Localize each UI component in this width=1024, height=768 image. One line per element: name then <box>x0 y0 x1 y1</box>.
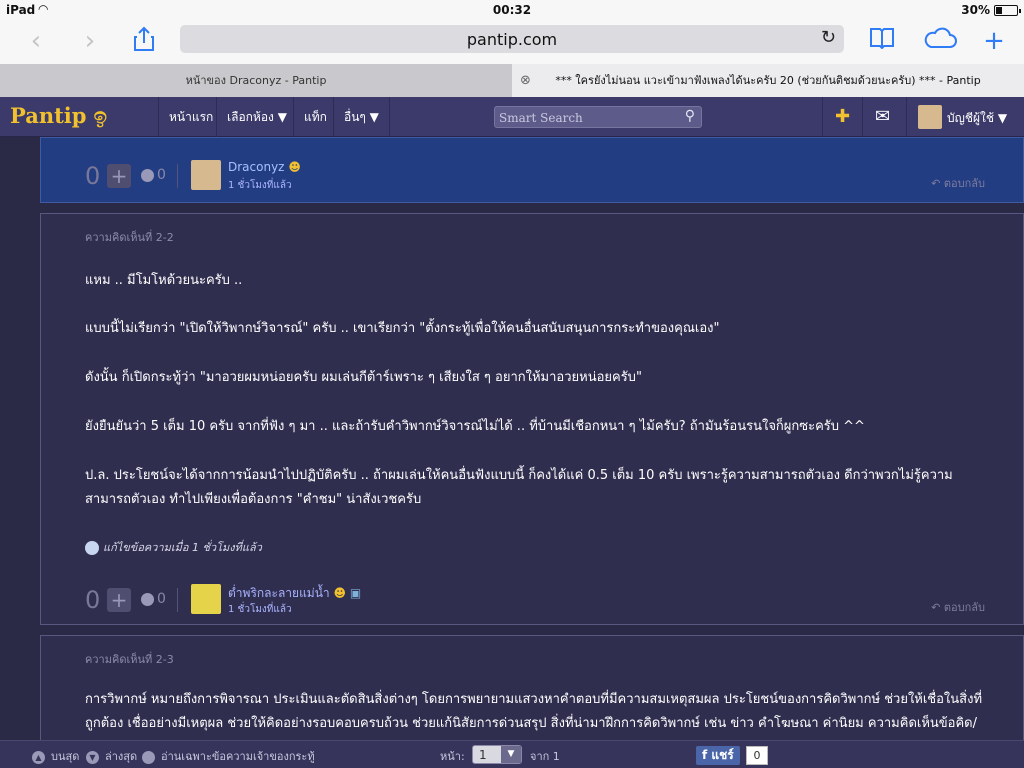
scroll-top-label: บนสุด <box>51 750 80 763</box>
search-icon[interactable]: ⚲ <box>685 108 695 124</box>
mail-icon[interactable]: ✉ <box>862 97 902 137</box>
divider <box>177 588 178 612</box>
comment-paragraph: ป.ล. ประโยชน์จะได้จากการน้อมนำไปปฏิบัติค… <box>85 468 953 507</box>
comment-paragraph: ดังนั้น ก็เปิดกระทู้ว่า "มาอวยผมหน่อยครั… <box>85 370 642 385</box>
tab-bar: หน้าของ Draconyz - Pantip ⊗ *** ใครยังไม… <box>0 64 1024 97</box>
nav-rooms[interactable]: เลือกห้อง ▼ <box>216 97 297 137</box>
logo-text: Pantip <box>10 103 87 128</box>
page-value: 1 <box>479 748 487 762</box>
reply-label: ตอบกลับ <box>943 601 985 614</box>
comment-number: ความคิดเห็นที่ 2-3 <box>85 653 174 666</box>
user-name[interactable]: ต่ำพริกละลายแม่น้ำ ☻ ▣ <box>228 584 361 603</box>
emotion-count: 0 <box>157 167 166 183</box>
page-select[interactable]: 1 ▼ <box>472 745 522 764</box>
edit-note-text: แก้ไขข้อความเมื่อ 1 ชั่วโมงที่แล้ว <box>103 541 262 554</box>
clock: 00:32 <box>492 3 532 17</box>
comment-number: ความคิดเห็นที่ 2-2 <box>85 231 174 244</box>
battery-icon <box>994 5 1021 16</box>
chevron-down-icon: ▼ <box>501 746 521 763</box>
owner-only-label: อ่านเฉพาะข้อความเจ้าของกระทู้ <box>161 750 315 763</box>
search-placeholder: Smart Search <box>499 111 583 125</box>
account-label: บัญชีผู้ใช้ ▼ <box>947 111 1008 125</box>
scroll-top-button[interactable]: ▲ บนสุด <box>32 747 79 765</box>
close-icon[interactable]: ⊗ <box>520 64 531 97</box>
bottom-bar: ▲ บนสุด ▼ ล่างสุด อ่านเฉพาะข้อความเจ้าของก… <box>0 740 1024 768</box>
forward-icon[interactable]: › <box>74 26 106 56</box>
browser-toolbar: ‹ › pantip.com ↻ + <box>0 20 1024 64</box>
plus-icon[interactable]: + <box>107 588 131 612</box>
site-nav: Pantip ඉ หน้าแรก เลือกห้อง ▼ แท็ก อื่นๆ … <box>0 97 1024 137</box>
smiley-icon: ☻ <box>333 586 347 600</box>
status-bar: iPad ◠ 00:32 30% <box>0 0 1024 20</box>
smiley-icon: ☻ <box>288 160 301 174</box>
content-area: 0 + 0 Draconyz ☻ 1 ชั่วโมงที่แล้ว ↶ ตอบก… <box>0 137 1024 755</box>
user-name-text: Draconyz <box>228 160 285 174</box>
post-time: 1 ชั่วโมงที่แล้ว <box>228 604 292 615</box>
new-tab-icon[interactable]: + <box>978 26 1010 56</box>
reply-card: 0 + 0 Draconyz ☻ 1 ชั่วโมงที่แล้ว ↶ ตอบก… <box>40 137 1024 203</box>
vote-count: 0 <box>85 162 101 190</box>
back-icon[interactable]: ‹ <box>20 26 52 56</box>
facebook-icon: f <box>702 748 708 762</box>
post-time: 1 ชั่วโมงที่แล้ว <box>228 180 292 191</box>
avatar[interactable] <box>191 160 221 190</box>
comment-paragraph: การวิพากษ์ หมายถึงการพิจารณา ประเมินและต… <box>85 692 983 731</box>
logo-mark-icon: ඉ <box>93 103 107 128</box>
user-name-text: ต่ำพริกละลายแม่น้ำ <box>228 586 330 600</box>
emotion-icon[interactable] <box>141 593 154 606</box>
url-text: pantip.com <box>466 30 558 49</box>
address-bar[interactable]: pantip.com ↻ <box>180 25 844 53</box>
comment-paragraph: ยังยืนยันว่า 5 เต็ม 10 ครับ จากที่ฟัง ๆ … <box>85 419 865 434</box>
nav-more[interactable]: อื่นๆ ▼ <box>333 97 390 137</box>
icloud-tabs-icon[interactable] <box>920 26 960 56</box>
avatar[interactable] <box>191 584 221 614</box>
tab-title: หน้าของ Draconyz - Pantip <box>185 74 327 87</box>
chat-icon[interactable]: ✚ <box>822 97 862 137</box>
reply-button[interactable]: ↶ ตอบกลับ <box>931 598 985 616</box>
nav-tags[interactable]: แท็ก <box>293 97 337 137</box>
reply-button[interactable]: ↶ ตอบกลับ <box>931 174 985 192</box>
search-box[interactable]: Smart Search ⚲ <box>494 106 702 128</box>
reply-label: ตอบกลับ <box>943 177 985 190</box>
emotion-count: 0 <box>157 591 166 607</box>
chat-bubble-icon <box>142 750 155 764</box>
vote-row: 0 + 0 ต่ำพริกละลายแม่น้ำ ☻ ▣ 1 ชั่วโมงที… <box>85 584 985 620</box>
arrow-down-icon: ▼ <box>86 750 99 764</box>
account-menu[interactable]: บัญชีผู้ใช้ ▼ <box>906 97 1024 137</box>
arrow-up-icon: ▲ <box>32 750 45 764</box>
comment-card: ความคิดเห็นที่ 2-3 การวิพากษ์ หมายถึงการ… <box>40 635 1024 755</box>
scroll-bottom-label: ล่างสุด <box>105 750 138 763</box>
scroll-bottom-button[interactable]: ▼ ล่างสุด <box>86 747 137 765</box>
reload-icon[interactable]: ↻ <box>821 27 836 48</box>
facebook-share-button[interactable]: f แชร์ <box>696 746 740 765</box>
edit-note: แก้ไขข้อความเมื่อ 1 ชั่วโมงที่แล้ว <box>85 538 262 556</box>
share-icon[interactable] <box>128 26 160 56</box>
tab-profile[interactable]: หน้าของ Draconyz - Pantip <box>0 64 512 97</box>
vote-count: 0 <box>85 586 101 614</box>
divider <box>177 164 178 188</box>
owner-only-button[interactable]: อ่านเฉพาะข้อความเจ้าของกระทู้ <box>142 747 315 765</box>
page-label: หน้า: <box>440 750 465 763</box>
tab-current[interactable]: ⊗ *** ใครยังไม่นอน แวะเข้ามาฟังเพลงได้นะ… <box>512 64 1024 97</box>
page-total: จาก 1 <box>530 750 560 763</box>
emotion-icon[interactable] <box>141 169 154 182</box>
avatar <box>918 105 942 129</box>
user-name[interactable]: Draconyz ☻ <box>228 160 301 174</box>
share-count: 0 <box>746 746 768 765</box>
bookmarks-icon[interactable] <box>866 26 898 56</box>
plus-icon[interactable]: + <box>107 164 131 188</box>
comment-paragraph: แบบนี้ไม่เรียกว่า "เปิดให้วิพากษ์วิจารณ์… <box>85 321 720 336</box>
tab-title: *** ใครยังไม่นอน แวะเข้ามาฟังเพลงได้นะคร… <box>555 74 981 87</box>
badge-icon: ▣ <box>349 586 362 600</box>
vote-row: 0 + 0 Draconyz ☻ 1 ชั่วโมงที่แล้ว ↶ ตอบก… <box>85 160 985 196</box>
comment-paragraph: แหม .. มีโมโหด้วยนะครับ .. <box>85 273 243 288</box>
edit-icon <box>85 541 99 555</box>
logo[interactable]: Pantip ඉ <box>10 103 107 129</box>
comment-card: ความคิดเห็นที่ 2-2 แหม .. มีโมโหด้วยนะคร… <box>40 213 1024 625</box>
battery-percent: 30% <box>961 3 990 17</box>
nav-home[interactable]: หน้าแรก <box>158 97 223 137</box>
share-label: แชร์ <box>711 748 734 762</box>
